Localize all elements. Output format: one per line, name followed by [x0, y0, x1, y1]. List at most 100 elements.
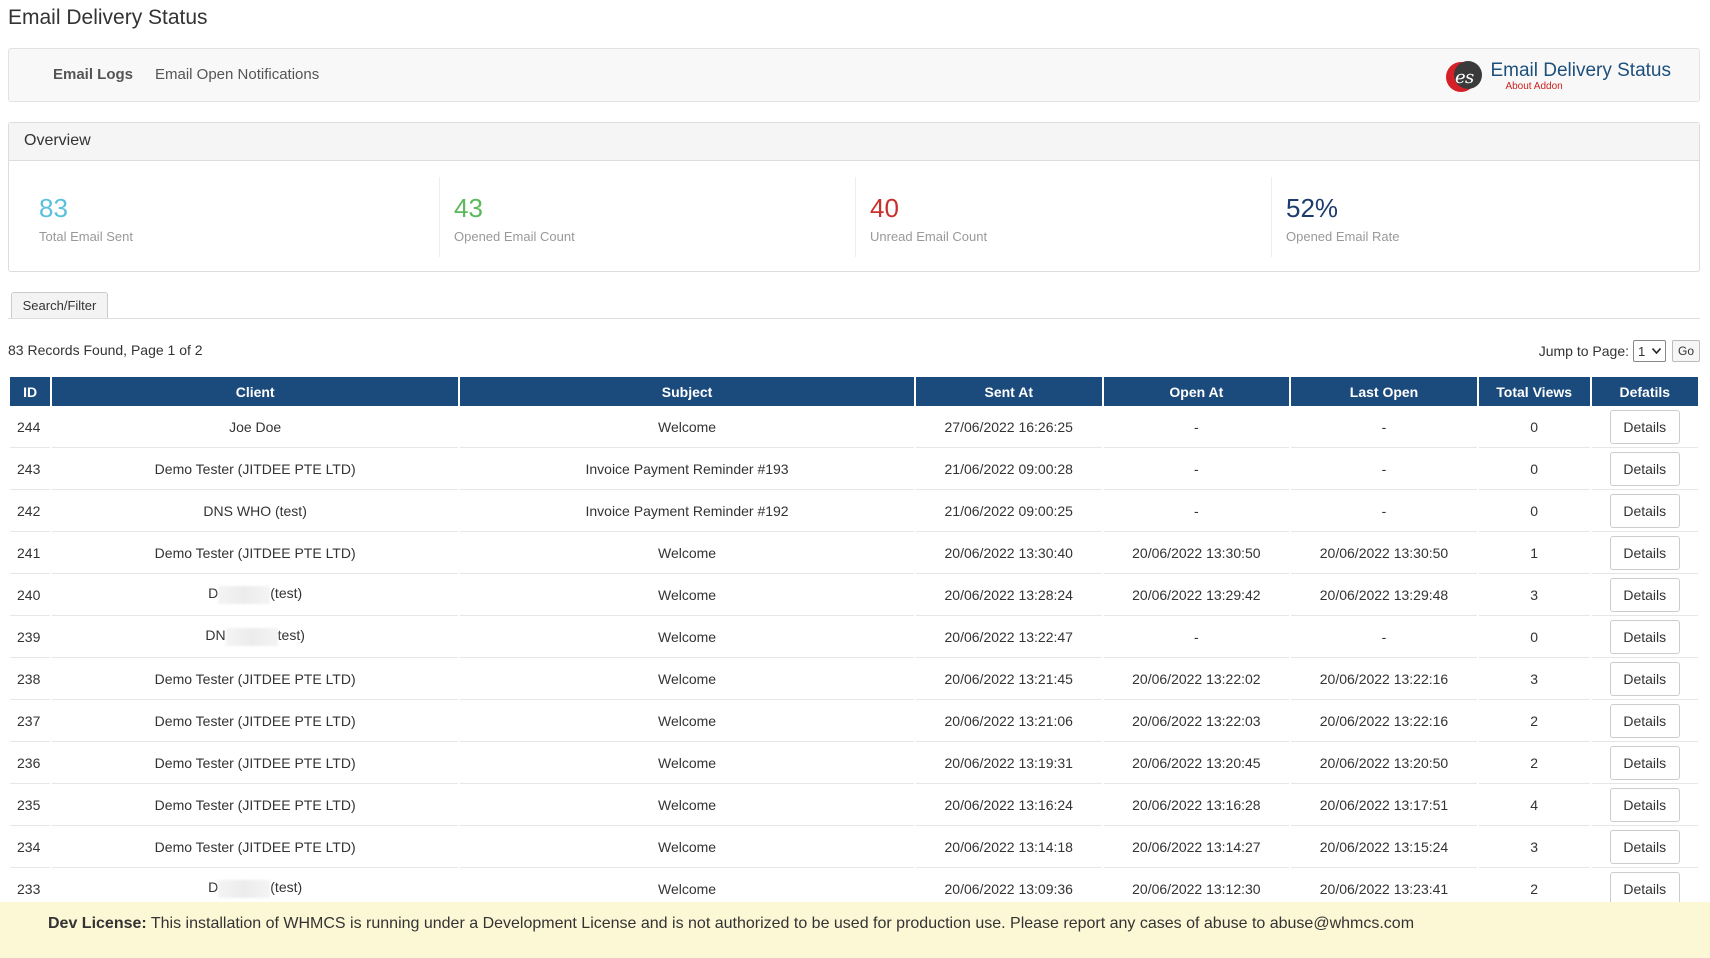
col-sent-at[interactable]: Sent At — [915, 377, 1102, 406]
cell-details: Details — [1591, 826, 1698, 868]
cell-client: Demo Tester (JITDEE PTE LTD) — [52, 700, 459, 742]
details-button[interactable]: Details — [1609, 493, 1680, 528]
details-button[interactable]: Details — [1609, 829, 1680, 864]
cell-last-open: 20/06/2022 13:22:16 — [1291, 658, 1477, 700]
stat-label: Opened Email Rate — [1286, 229, 1400, 244]
cell-last-open: 20/06/2022 13:15:24 — [1291, 826, 1477, 868]
addon-brand[interactable]: e s Email Delivery Status About Addon — [1444, 56, 1671, 96]
cell-last-open: - — [1291, 616, 1477, 658]
details-button[interactable]: Details — [1609, 871, 1680, 906]
cell-client: Demo Tester (JITDEE PTE LTD) — [52, 826, 459, 868]
cell-total-views: 4 — [1478, 784, 1590, 826]
cell-sent-at: 21/06/2022 09:00:25 — [915, 490, 1102, 532]
go-button[interactable]: Go — [1672, 340, 1700, 362]
cell-open-at: 20/06/2022 13:30:50 — [1103, 532, 1290, 574]
cell-details: Details — [1591, 784, 1698, 826]
cell-sent-at: 20/06/2022 13:21:45 — [915, 658, 1102, 700]
table-row: 238 Demo Tester (JITDEE PTE LTD) Welcome 20… — [10, 658, 1698, 700]
details-button[interactable]: Details — [1609, 451, 1680, 486]
client-name-start: DN — [205, 627, 226, 644]
search-filter-tab[interactable]: Search/Filter — [11, 292, 108, 319]
cell-total-views: 2 — [1478, 742, 1590, 784]
col-open-at[interactable]: Open At — [1103, 377, 1290, 406]
cell-total-views: 1 — [1478, 532, 1590, 574]
stat-total-sent: 83 Total Email Sent — [9, 161, 424, 272]
page-title: Email Delivery Status — [8, 6, 208, 29]
nav-email-open-notifications[interactable]: Email Open Notifications — [155, 66, 319, 83]
cell-total-views: 3 — [1478, 574, 1590, 616]
cell-id: 244 — [10, 406, 51, 448]
cell-details: Details — [1591, 574, 1698, 616]
details-button[interactable]: Details — [1609, 535, 1680, 570]
about-addon-link[interactable]: About Addon — [1505, 81, 1671, 92]
col-total-views[interactable]: Total Views — [1478, 377, 1590, 406]
client-name-end: (test) — [270, 879, 303, 896]
cell-client: D (test) — [52, 574, 459, 616]
cell-open-at: 20/06/2022 13:14:27 — [1103, 826, 1290, 868]
col-details[interactable]: Defatils — [1591, 377, 1698, 406]
cell-last-open: - — [1291, 490, 1477, 532]
stat-value: 40 — [870, 193, 899, 223]
col-subject[interactable]: Subject — [460, 377, 914, 406]
table-header-row: ID Client Subject Sent At Open At Last O… — [10, 377, 1698, 406]
cell-last-open: 20/06/2022 13:20:50 — [1291, 742, 1477, 784]
stat-label: Total Email Sent — [39, 229, 133, 244]
details-button[interactable]: Details — [1609, 787, 1680, 822]
cell-open-at: 20/06/2022 13:29:42 — [1103, 574, 1290, 616]
cell-subject: Invoice Payment Reminder #192 — [460, 490, 914, 532]
details-button[interactable]: Details — [1609, 409, 1680, 444]
stat-value: 43 — [454, 193, 483, 223]
cell-total-views: 0 — [1478, 406, 1590, 448]
details-button[interactable]: Details — [1609, 745, 1680, 780]
client-name-start: D — [208, 879, 219, 896]
cell-sent-at: 20/06/2022 13:21:06 — [915, 700, 1102, 742]
cell-open-at: 20/06/2022 13:22:03 — [1103, 700, 1290, 742]
cell-sent-at: 20/06/2022 13:19:31 — [915, 742, 1102, 784]
cell-subject: Welcome — [460, 742, 914, 784]
page-select[interactable]: 1 — [1633, 340, 1666, 362]
details-button[interactable]: Details — [1609, 661, 1680, 696]
cell-subject: Welcome — [460, 616, 914, 658]
col-last-open[interactable]: Last Open — [1291, 377, 1477, 406]
cell-open-at: - — [1103, 490, 1290, 532]
addon-logo-icon: e s — [1446, 61, 1483, 92]
table-row: 235 Demo Tester (JITDEE PTE LTD) Welcome 20… — [10, 784, 1698, 826]
cell-total-views: 0 — [1478, 616, 1590, 658]
brand-title: Email Delivery Status — [1490, 59, 1671, 81]
cell-open-at: 20/06/2022 13:20:45 — [1103, 742, 1290, 784]
records-count: 83 Records Found, Page 1 of 2 — [8, 342, 203, 358]
filter-divider — [8, 318, 1700, 319]
page-select-value: 1 — [1638, 343, 1646, 359]
stat-value: 83 — [39, 193, 68, 223]
cell-details: Details — [1591, 742, 1698, 784]
email-logs-table: ID Client Subject Sent At Open At Last O… — [8, 377, 1700, 910]
cell-open-at: - — [1103, 616, 1290, 658]
nav-email-logs[interactable]: Email Logs — [53, 66, 133, 83]
col-id[interactable]: ID — [10, 377, 51, 406]
cell-subject: Welcome — [460, 574, 914, 616]
details-button[interactable]: Details — [1609, 703, 1680, 738]
table-row: 236 Demo Tester (JITDEE PTE LTD) Welcome 20… — [10, 742, 1698, 784]
cell-total-views: 2 — [1478, 700, 1590, 742]
cell-open-at: 20/06/2022 13:16:28 — [1103, 784, 1290, 826]
cell-last-open: 20/06/2022 13:17:51 — [1291, 784, 1477, 826]
table-row: 243 Demo Tester (JITDEE PTE LTD) Invoice P… — [10, 448, 1698, 490]
cell-id: 236 — [10, 742, 51, 784]
table-row: 244 Joe Doe Welcome 27/06/2022 16:26:25- -0 D… — [10, 406, 1698, 448]
cell-sent-at: 20/06/2022 13:22:47 — [915, 616, 1102, 658]
details-button[interactable]: Details — [1609, 619, 1680, 654]
cell-last-open: 20/06/2022 13:30:50 — [1291, 532, 1477, 574]
cell-client: Demo Tester (JITDEE PTE LTD) — [52, 532, 459, 574]
table-row: 234 Demo Tester (JITDEE PTE LTD) Welcome 20… — [10, 826, 1698, 868]
cell-sent-at: 20/06/2022 13:28:24 — [915, 574, 1102, 616]
table-row: 237 Demo Tester (JITDEE PTE LTD) Welcome 20… — [10, 700, 1698, 742]
cell-total-views: 3 — [1478, 826, 1590, 868]
jump-to-page: Jump to Page: 1 Go — [1539, 340, 1700, 362]
details-button[interactable]: Details — [1609, 577, 1680, 612]
redacted-block — [225, 627, 278, 646]
cell-id: 242 — [10, 490, 51, 532]
cell-details: Details — [1591, 406, 1698, 448]
client-name-end: test) — [277, 627, 305, 644]
cell-id: 240 — [10, 574, 51, 616]
col-client[interactable]: Client — [52, 377, 459, 406]
